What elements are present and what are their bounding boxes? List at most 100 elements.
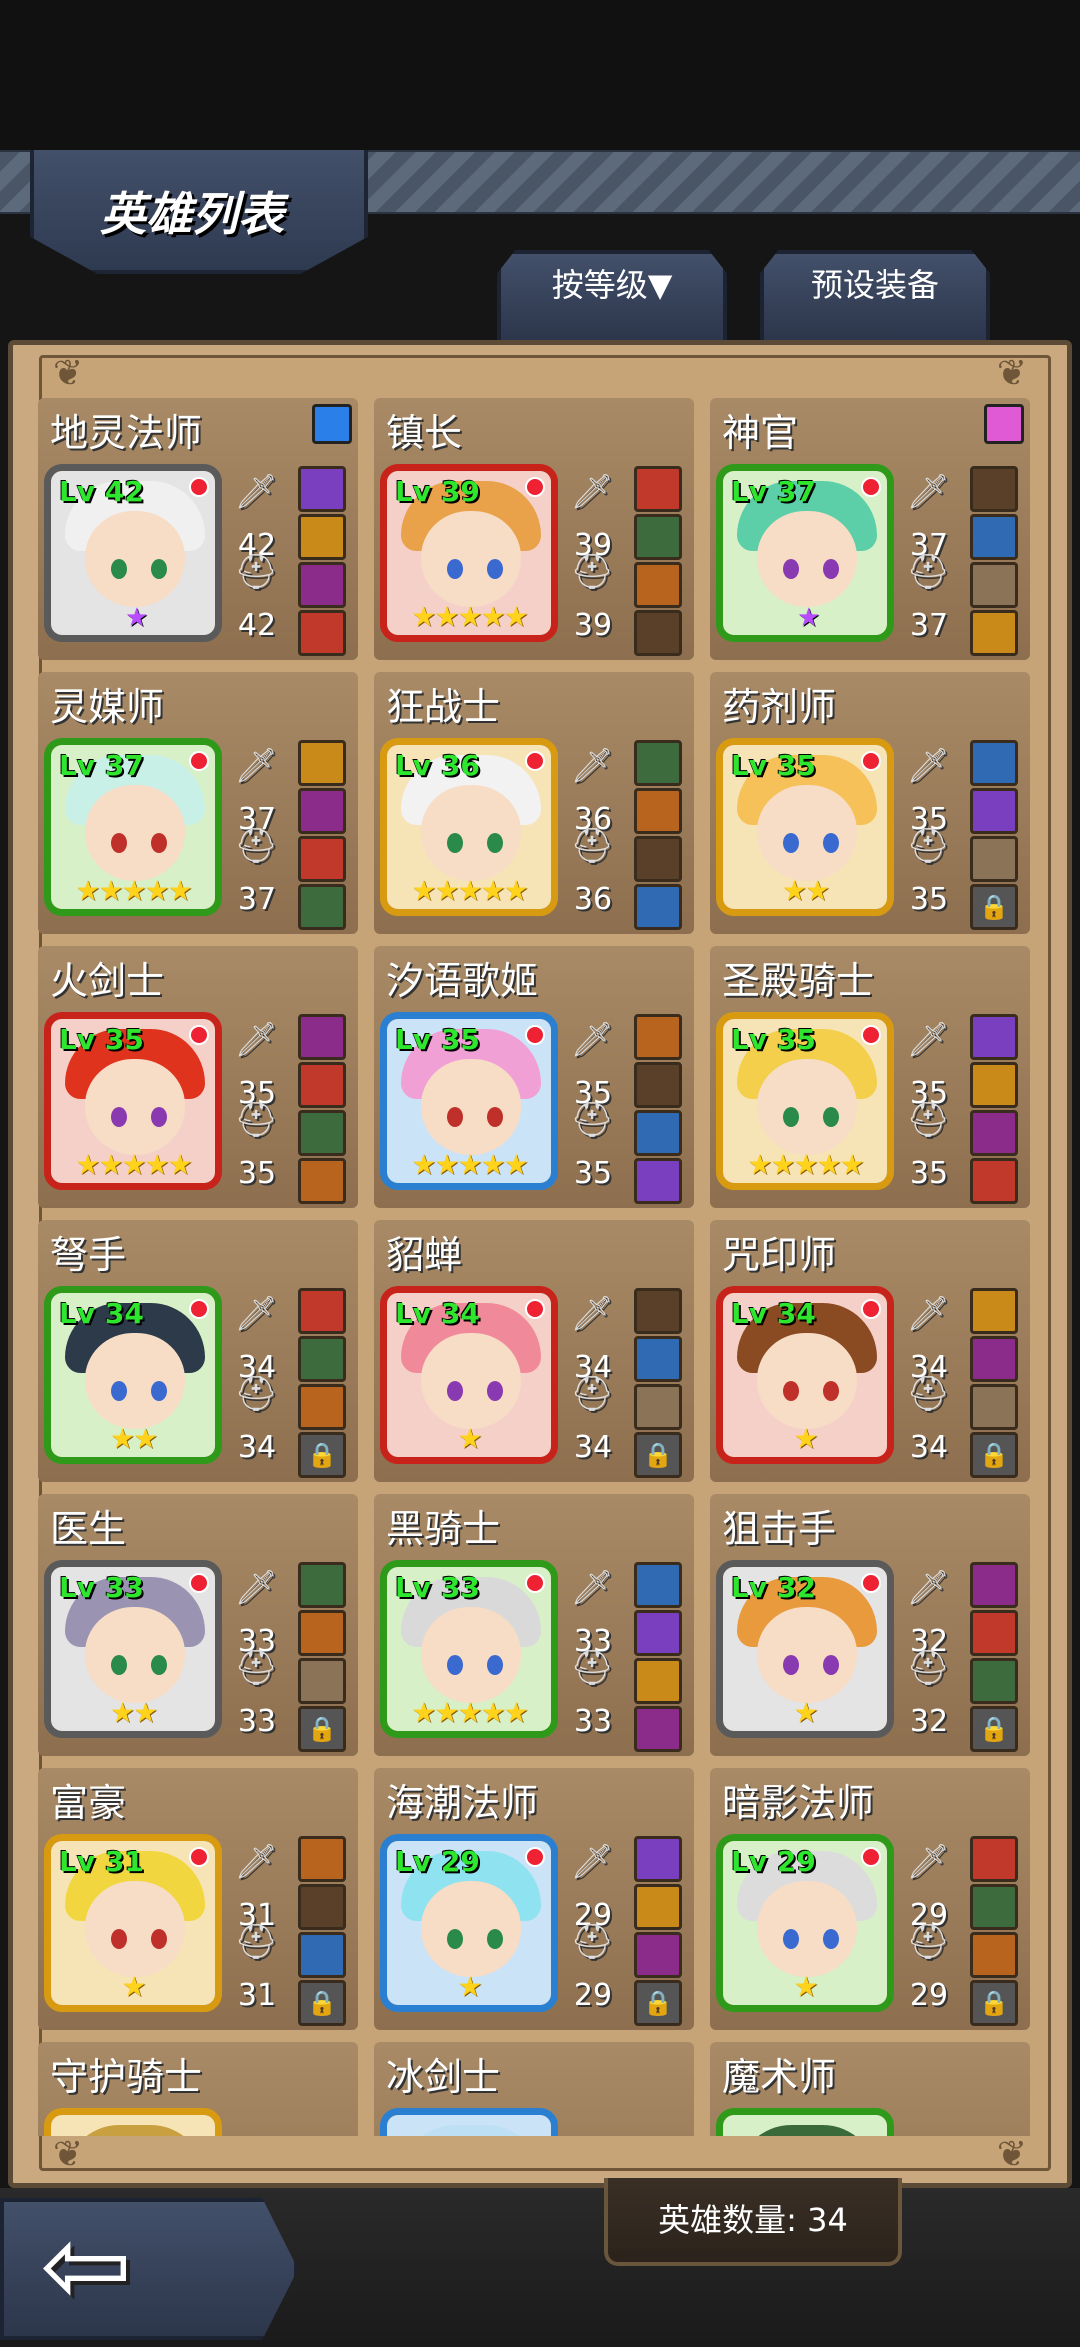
locked-slot-icon[interactable]: 🔒 — [970, 884, 1018, 930]
equipment-slot-icon[interactable] — [970, 466, 1018, 512]
equipment-slot-icon[interactable] — [298, 562, 346, 608]
hero-card[interactable]: 地灵法师 Lv 42 ★ 🗡 42 ⛑ 42 — [38, 398, 358, 660]
hero-card[interactable]: 灵媒师 Lv 37 ★★★★★ 🗡 37 ⛑ 37 — [38, 672, 358, 934]
hero-card[interactable]: 狂战士 Lv 36 ★★★★★ 🗡 36 ⛑ 36 — [374, 672, 694, 934]
equipment-slot-icon[interactable] — [634, 1014, 682, 1060]
hero-portrait[interactable]: Lv 36 ★★★★★ — [380, 738, 558, 916]
equipment-slot-icon[interactable] — [634, 1706, 682, 1752]
equipment-slot-icon[interactable] — [970, 740, 1018, 786]
equipment-slot-icon[interactable] — [634, 1658, 682, 1704]
hero-card[interactable]: 弩手 Lv 34 ★★ 🗡 34 ⛑ 34 🔒 — [38, 1220, 358, 1482]
hero-portrait[interactable] — [716, 2108, 894, 2136]
equipment-slot-icon[interactable] — [634, 1884, 682, 1930]
hero-card[interactable]: 神官 Lv 37 ★ 🗡 37 ⛑ 37 — [710, 398, 1030, 660]
hero-portrait[interactable]: Lv 37 ★ — [716, 464, 894, 642]
locked-slot-icon[interactable]: 🔒 — [634, 1432, 682, 1478]
hero-portrait[interactable]: Lv 35 ★★★★★ — [44, 1012, 222, 1190]
hero-card[interactable]: 圣殿骑士 Lv 35 ★★★★★ 🗡 35 ⛑ 35 — [710, 946, 1030, 1208]
hero-card[interactable]: 药剂师 Lv 35 ★★ 🗡 35 ⛑ 35 🔒 — [710, 672, 1030, 934]
hero-card[interactable]: 守护骑士 — [38, 2042, 358, 2136]
hero-card[interactable]: 咒印师 Lv 34 ★ 🗡 34 ⛑ 34 🔒 — [710, 1220, 1030, 1482]
hero-portrait[interactable]: Lv 35 ★★ — [716, 738, 894, 916]
hero-card[interactable]: 魔术师 — [710, 2042, 1030, 2136]
equipment-slot-icon[interactable] — [634, 788, 682, 834]
hero-card[interactable]: 火剑士 Lv 35 ★★★★★ 🗡 35 ⛑ 35 — [38, 946, 358, 1208]
equipment-slot-icon[interactable] — [970, 1884, 1018, 1930]
equipment-slot-icon[interactable] — [298, 1884, 346, 1930]
locked-slot-icon[interactable]: 🔒 — [970, 1706, 1018, 1752]
hero-card[interactable]: 富豪 Lv 31 ★ 🗡 31 ⛑ 31 🔒 — [38, 1768, 358, 2030]
equipment-slot-icon[interactable] — [298, 1062, 346, 1108]
equipment-slot-icon[interactable] — [970, 1562, 1018, 1608]
hero-card[interactable]: 镇长 Lv 39 ★★★★★ 🗡 39 ⛑ 39 — [374, 398, 694, 660]
equipment-slot-icon[interactable] — [970, 788, 1018, 834]
equipment-slot-icon[interactable] — [298, 1562, 346, 1608]
equipment-slot-icon[interactable] — [298, 1384, 346, 1430]
empty-equipment-slot[interactable] — [970, 1384, 1018, 1430]
hero-card[interactable]: 貂蝉 Lv 34 ★ 🗡 34 ⛑ 34 🔒 — [374, 1220, 694, 1482]
equipment-slot-icon[interactable] — [298, 788, 346, 834]
equipment-slot-icon[interactable] — [634, 884, 682, 930]
empty-equipment-slot[interactable] — [298, 1658, 346, 1704]
hero-card[interactable]: 海潮法师 Lv 29 ★ 🗡 29 ⛑ 29 🔒 — [374, 1768, 694, 2030]
equipment-slot-icon[interactable] — [298, 1158, 346, 1204]
hero-portrait[interactable]: Lv 33 ★★ — [44, 1560, 222, 1738]
hero-portrait[interactable]: Lv 35 ★★★★★ — [716, 1012, 894, 1190]
hero-portrait[interactable]: Lv 29 ★ — [380, 1834, 558, 2012]
equipment-slot-icon[interactable] — [298, 1288, 346, 1334]
equipment-slot-icon[interactable] — [298, 610, 346, 656]
equipment-slot-icon[interactable] — [298, 1014, 346, 1060]
equipment-slot-icon[interactable] — [634, 1288, 682, 1334]
equipment-slot-icon[interactable] — [634, 1158, 682, 1204]
equipment-slot-icon[interactable] — [298, 466, 346, 512]
hero-portrait[interactable]: Lv 29 ★ — [716, 1834, 894, 2012]
equipment-slot-icon[interactable] — [634, 1110, 682, 1156]
equipment-slot-icon[interactable] — [298, 1836, 346, 1882]
empty-equipment-slot[interactable] — [970, 562, 1018, 608]
equipment-slot-icon[interactable] — [634, 562, 682, 608]
equipment-slot-icon[interactable] — [634, 1562, 682, 1608]
equipment-slot-icon[interactable] — [298, 1932, 346, 1978]
sort-by-level-button[interactable]: 按等级▼ — [497, 250, 727, 344]
equipment-slot-icon[interactable] — [298, 884, 346, 930]
empty-equipment-slot[interactable] — [634, 1384, 682, 1430]
hero-card[interactable]: 医生 Lv 33 ★★ 🗡 33 ⛑ 33 🔒 — [38, 1494, 358, 1756]
hero-card[interactable]: 汐语歌姬 Lv 35 ★★★★★ 🗡 35 ⛑ 35 — [374, 946, 694, 1208]
equipment-slot-icon[interactable] — [970, 1836, 1018, 1882]
equipment-slot-icon[interactable] — [634, 1336, 682, 1382]
hero-grid[interactable]: 地灵法师 Lv 42 ★ 🗡 42 ⛑ 42 镇长 Lv 39 ★★★★★ 🗡 39 ⛑ 39 神官 Lv 3… — [38, 398, 1038, 2136]
equipment-slot-icon[interactable] — [634, 836, 682, 882]
equipment-slot-icon[interactable] — [298, 1336, 346, 1382]
locked-slot-icon[interactable]: 🔒 — [298, 1432, 346, 1478]
hero-portrait[interactable]: Lv 32 ★ — [716, 1560, 894, 1738]
hero-portrait[interactable]: Lv 33 ★★★★★ — [380, 1560, 558, 1738]
hero-portrait[interactable] — [44, 2108, 222, 2136]
equipment-slot-icon[interactable] — [970, 1610, 1018, 1656]
hero-portrait[interactable]: Lv 35 ★★★★★ — [380, 1012, 558, 1190]
equipment-slot-icon[interactable] — [634, 1932, 682, 1978]
equipment-slot-icon[interactable] — [298, 740, 346, 786]
equipment-slot-icon[interactable] — [634, 740, 682, 786]
locked-slot-icon[interactable]: 🔒 — [970, 1980, 1018, 2026]
equipment-slot-icon[interactable] — [970, 1932, 1018, 1978]
equipment-slot-icon[interactable] — [634, 1062, 682, 1108]
equipment-slot-icon[interactable] — [970, 1336, 1018, 1382]
hero-portrait[interactable]: Lv 34 ★ — [380, 1286, 558, 1464]
equipment-slot-icon[interactable] — [970, 1062, 1018, 1108]
equipment-slot-icon[interactable] — [634, 610, 682, 656]
hero-portrait[interactable]: Lv 39 ★★★★★ — [380, 464, 558, 642]
hero-card[interactable]: 冰剑士 — [374, 2042, 694, 2136]
locked-slot-icon[interactable]: 🔒 — [298, 1980, 346, 2026]
hero-card[interactable]: 黑骑士 Lv 33 ★★★★★ 🗡 33 ⛑ 33 — [374, 1494, 694, 1756]
preset-equipment-button[interactable]: 预设装备 — [760, 250, 990, 344]
hero-portrait[interactable] — [380, 2108, 558, 2136]
equipment-slot-icon[interactable] — [298, 1610, 346, 1656]
empty-equipment-slot[interactable] — [970, 836, 1018, 882]
locked-slot-icon[interactable]: 🔒 — [298, 1706, 346, 1752]
equipment-slot-icon[interactable] — [634, 1610, 682, 1656]
equipment-slot-icon[interactable] — [634, 514, 682, 560]
equipment-slot-icon[interactable] — [970, 1288, 1018, 1334]
locked-slot-icon[interactable]: 🔒 — [970, 1432, 1018, 1478]
equipment-slot-icon[interactable] — [970, 610, 1018, 656]
equipment-slot-icon[interactable] — [970, 1014, 1018, 1060]
